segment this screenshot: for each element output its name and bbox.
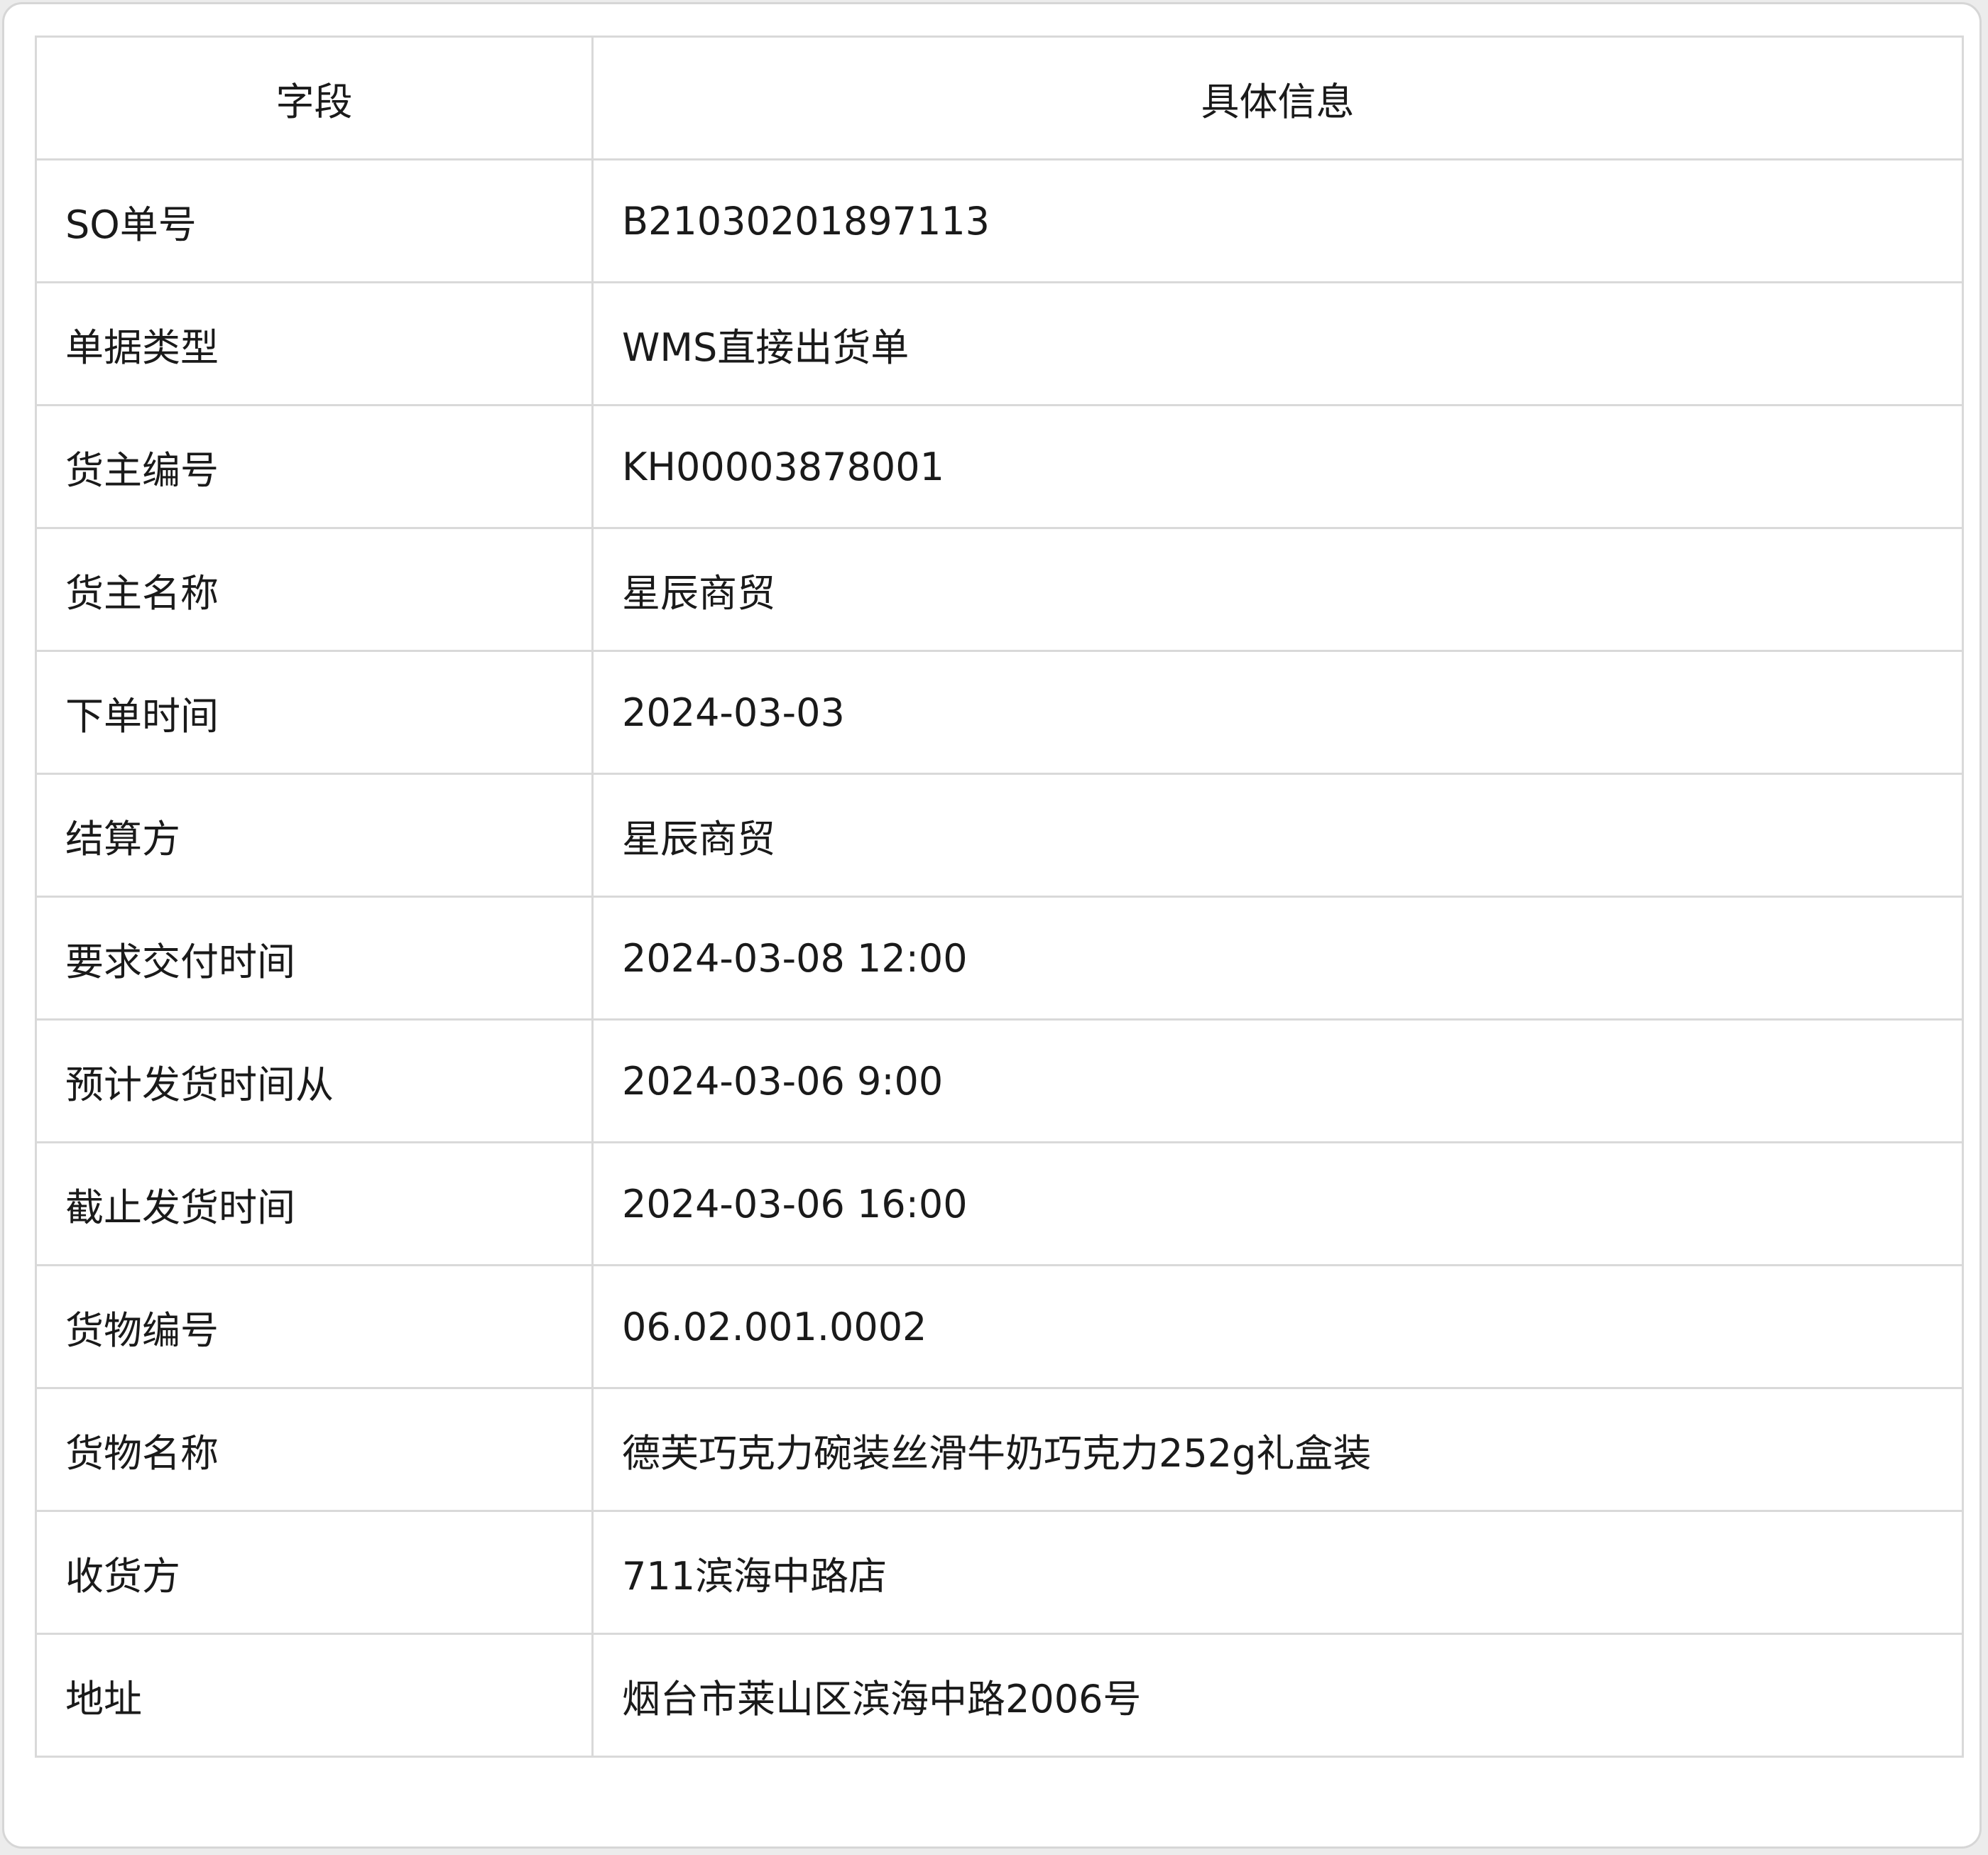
field-label: 预计发货时间从 bbox=[35, 1018, 594, 1143]
field-label: 下单时间 bbox=[35, 650, 594, 775]
field-value: 06.02.001.0002 bbox=[591, 1264, 1964, 1389]
field-label: 结算方 bbox=[35, 773, 594, 898]
table-row: 截止发货时间 2024-03-06 16:00 bbox=[35, 1141, 1964, 1266]
info-card: 字段 具体信息 SO单号 B21030201897113 单据类型 WMS直接出… bbox=[2, 2, 1982, 1849]
field-label: 截止发货时间 bbox=[35, 1141, 594, 1266]
table-row: 收货方 711滨海中路店 bbox=[35, 1510, 1964, 1635]
field-value: B21030201897113 bbox=[591, 158, 1964, 283]
table-row: SO单号 B21030201897113 bbox=[35, 158, 1964, 283]
field-label: 要求交付时间 bbox=[35, 896, 594, 1021]
field-label: 地址 bbox=[35, 1633, 594, 1758]
field-value: 德芙巧克力碗装丝滑牛奶巧克力252g礼盒装 bbox=[591, 1387, 1964, 1512]
field-label: 货物编号 bbox=[35, 1264, 594, 1389]
field-value: 2024-03-06 16:00 bbox=[591, 1141, 1964, 1266]
table-row: 下单时间 2024-03-03 bbox=[35, 650, 1964, 775]
field-value: 2024-03-08 12:00 bbox=[591, 896, 1964, 1021]
table-row: 货主编号 KH00003878001 bbox=[35, 404, 1964, 529]
field-label: SO单号 bbox=[35, 158, 594, 283]
table-row: 货主名称 星辰商贸 bbox=[35, 527, 1964, 652]
header-detail: 具体信息 bbox=[591, 36, 1964, 161]
table-row: 单据类型 WMS直接出货单 bbox=[35, 281, 1964, 406]
table-row: 要求交付时间 2024-03-08 12:00 bbox=[35, 896, 1964, 1021]
table-row: 结算方 星辰商贸 bbox=[35, 773, 1964, 898]
field-label: 货主编号 bbox=[35, 404, 594, 529]
field-value: 2024-03-06 9:00 bbox=[591, 1018, 1964, 1143]
field-label: 单据类型 bbox=[35, 281, 594, 406]
table-row: 预计发货时间从 2024-03-06 9:00 bbox=[35, 1018, 1964, 1143]
field-value: KH00003878001 bbox=[591, 404, 1964, 529]
table-header-row: 字段 具体信息 bbox=[35, 36, 1964, 161]
field-label: 货物名称 bbox=[35, 1387, 594, 1512]
field-value: 星辰商贸 bbox=[591, 773, 1964, 898]
table-row: 货物名称 德芙巧克力碗装丝滑牛奶巧克力252g礼盒装 bbox=[35, 1387, 1964, 1512]
table-row: 地址 烟台市莱山区滨海中路2006号 bbox=[35, 1633, 1964, 1758]
field-value: 711滨海中路店 bbox=[591, 1510, 1964, 1635]
field-label: 收货方 bbox=[35, 1510, 594, 1635]
field-value: 烟台市莱山区滨海中路2006号 bbox=[591, 1633, 1964, 1758]
header-field: 字段 bbox=[35, 36, 594, 161]
order-info-table: 字段 具体信息 SO单号 B21030201897113 单据类型 WMS直接出… bbox=[35, 36, 1964, 1758]
field-value: WMS直接出货单 bbox=[591, 281, 1964, 406]
table-row: 货物编号 06.02.001.0002 bbox=[35, 1264, 1964, 1389]
field-value: 2024-03-03 bbox=[591, 650, 1964, 775]
field-value: 星辰商贸 bbox=[591, 527, 1964, 652]
field-label: 货主名称 bbox=[35, 527, 594, 652]
